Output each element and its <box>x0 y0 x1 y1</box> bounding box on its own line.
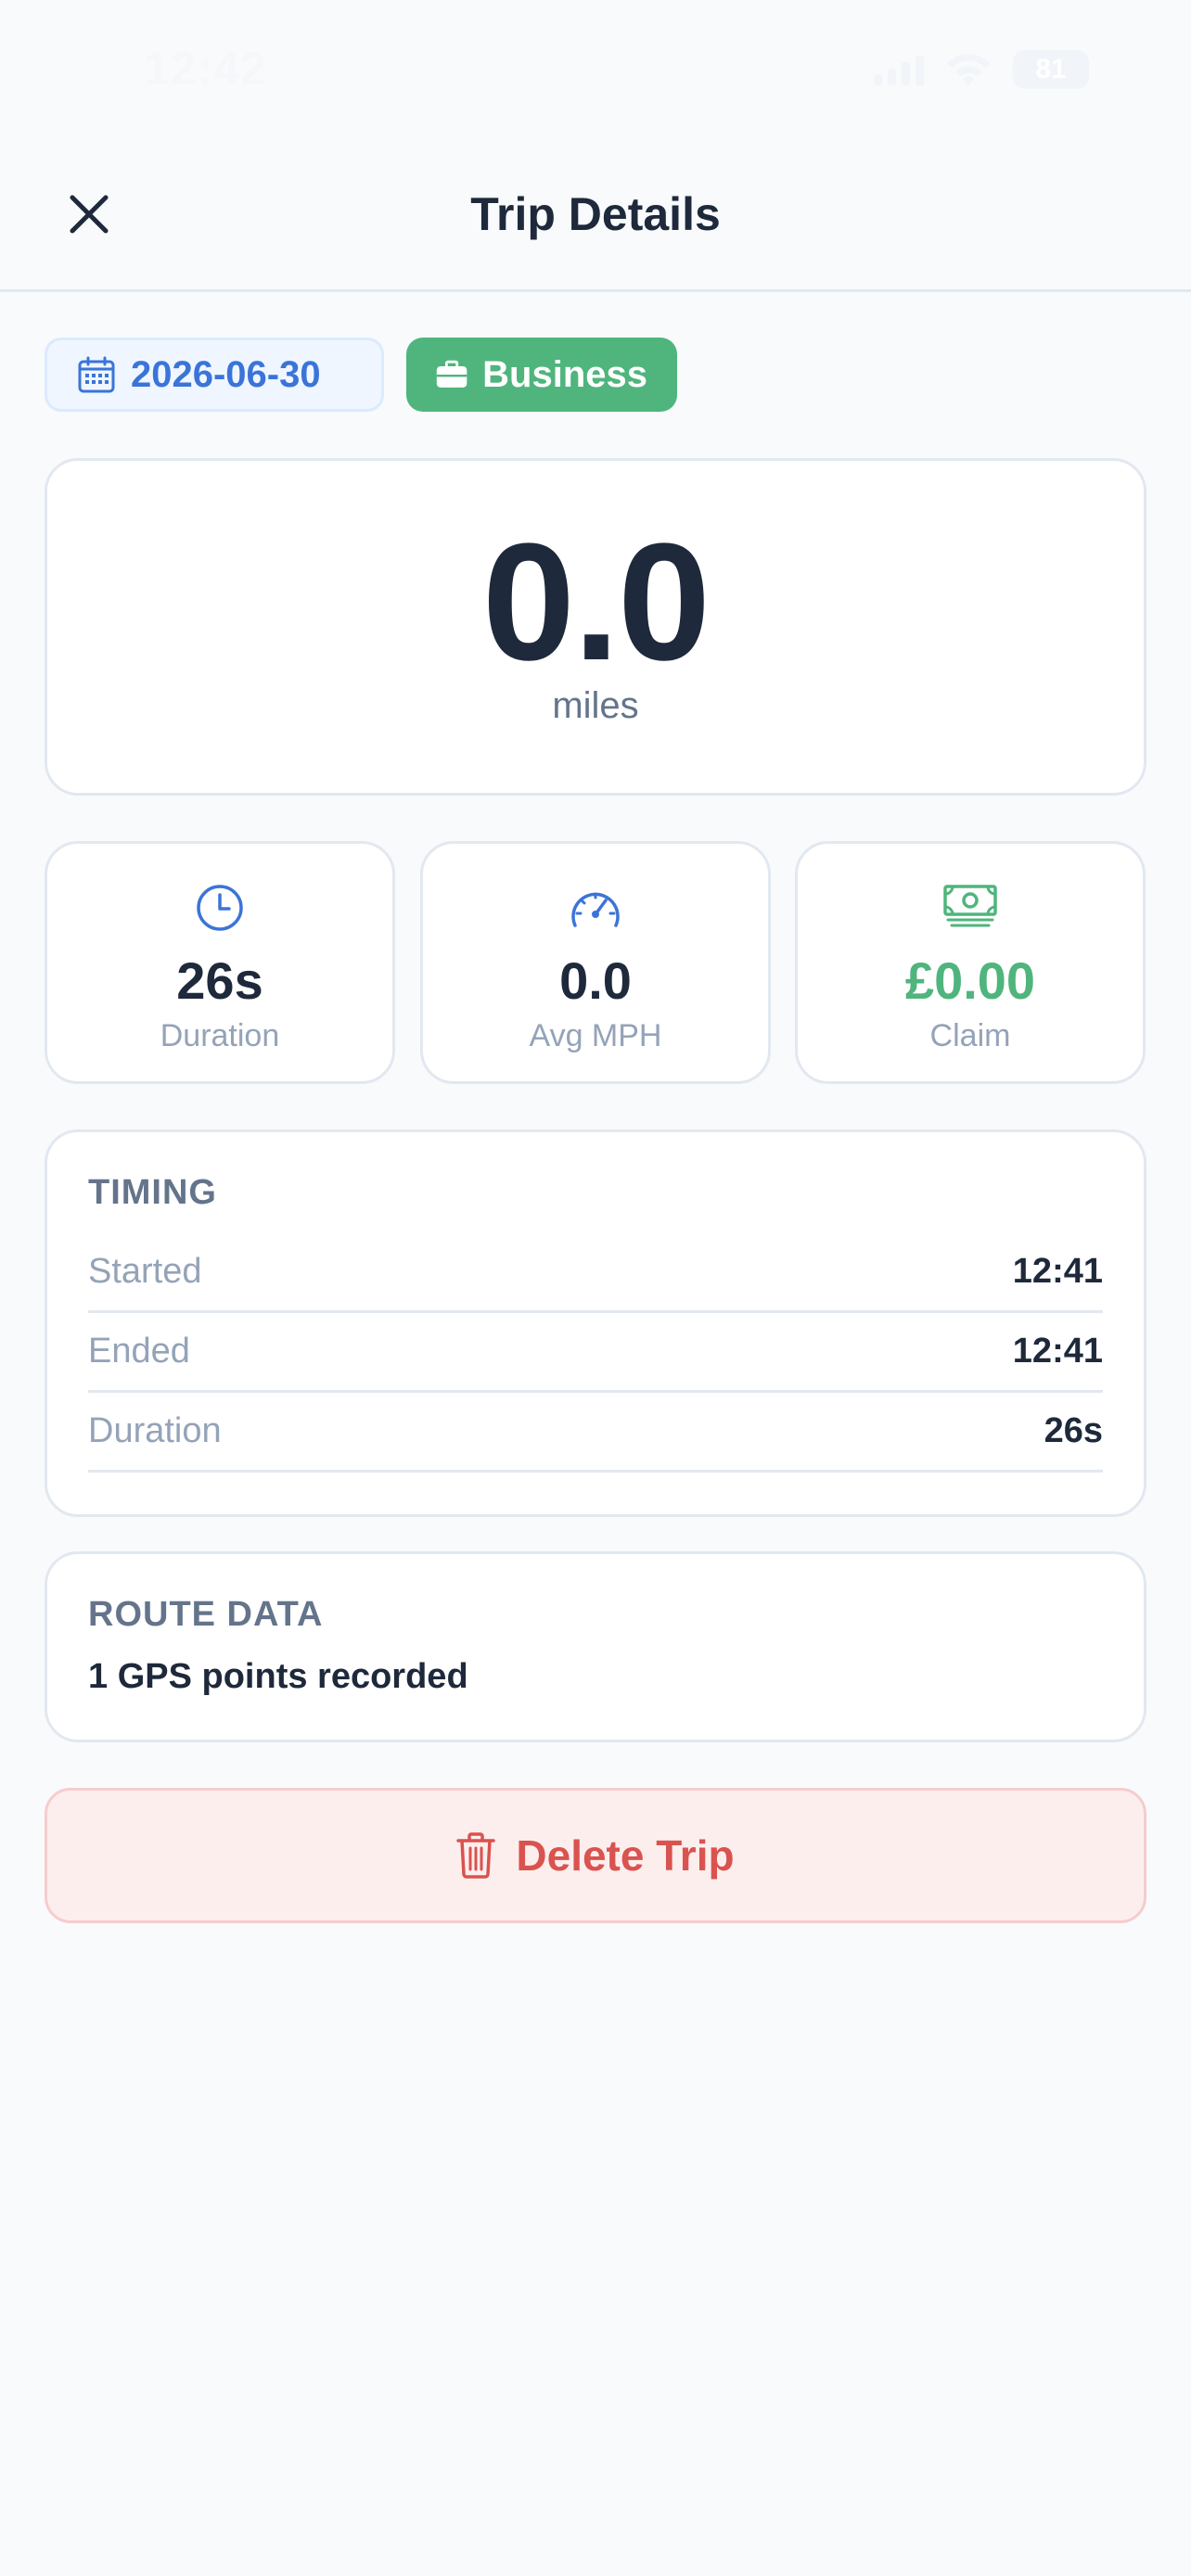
category-label: Business <box>482 353 647 395</box>
duration-label: Duration <box>160 1018 280 1053</box>
timing-row-value: 26s <box>1044 1411 1103 1450</box>
timing-card: TIMING Started 12:41 Ended 12:41 Duratio… <box>45 1129 1146 1517</box>
wifi-icon <box>944 52 992 87</box>
trash-icon <box>456 1832 496 1879</box>
duration-stat-card: 26s Duration <box>45 841 395 1084</box>
briefcase-icon <box>436 360 467 388</box>
timing-rows: Started 12:41 Ended 12:41 Duration 26s <box>88 1233 1103 1473</box>
route-data-card: ROUTE DATA 1 GPS points recorded <box>45 1551 1146 1742</box>
avg-mph-stat-card: 0.0 Avg MPH <box>420 841 771 1084</box>
category-tag[interactable]: Business <box>406 338 677 412</box>
close-icon <box>70 195 109 234</box>
timing-row-label: Started <box>88 1252 202 1291</box>
clock-icon <box>197 885 243 931</box>
timing-row-label: Ended <box>88 1332 190 1371</box>
timing-row-label: Duration <box>88 1411 222 1450</box>
close-button[interactable] <box>59 185 119 244</box>
timing-title: TIMING <box>88 1173 217 1212</box>
trip-tags: 2026-06-30 Business <box>45 338 677 412</box>
battery-level: 81 <box>1035 54 1067 84</box>
delete-trip-label: Delete Trip <box>516 1831 735 1880</box>
avg-mph-value: 0.0 <box>559 951 632 1010</box>
timing-row-duration: Duration 26s <box>88 1393 1103 1473</box>
timing-row-started: Started 12:41 <box>88 1233 1103 1313</box>
date-tag[interactable]: 2026-06-30 <box>45 338 384 412</box>
distance-unit: miles <box>552 685 639 726</box>
status-bar: 12:42 81 <box>0 0 1191 139</box>
claim-stat-card: £0.00 Claim <box>795 841 1146 1084</box>
claim-label: Claim <box>929 1018 1011 1053</box>
money-icon <box>943 885 997 927</box>
duration-value: 26s <box>176 951 263 1010</box>
distance-value: 0.0 <box>481 509 711 695</box>
delete-trip-button[interactable]: Delete Trip <box>45 1788 1146 1923</box>
timing-row-value: 12:41 <box>1012 1332 1103 1371</box>
avg-mph-label: Avg MPH <box>529 1018 662 1053</box>
header: Trip Details <box>0 139 1191 292</box>
page-title: Trip Details <box>470 188 721 240</box>
claim-value: £0.00 <box>904 951 1036 1010</box>
gps-points-text: 1 GPS points recorded <box>88 1657 468 1696</box>
speedometer-icon <box>571 892 620 927</box>
calendar-icon <box>78 356 115 393</box>
status-time: 12:42 <box>144 43 267 95</box>
signal-icon <box>874 54 924 85</box>
route-title: ROUTE DATA <box>88 1595 324 1634</box>
trip-details-screen: 12:42 81 Trip Details 2026-06-30 Busines… <box>0 0 1191 2576</box>
timing-row-value: 12:41 <box>1012 1252 1103 1291</box>
date-label: 2026-06-30 <box>131 353 321 395</box>
distance-card: 0.0 miles <box>45 458 1146 796</box>
timing-row-ended: Ended 12:41 <box>88 1313 1103 1393</box>
status-indicators: 81 <box>874 50 1089 89</box>
battery-icon: 81 <box>1013 50 1089 89</box>
